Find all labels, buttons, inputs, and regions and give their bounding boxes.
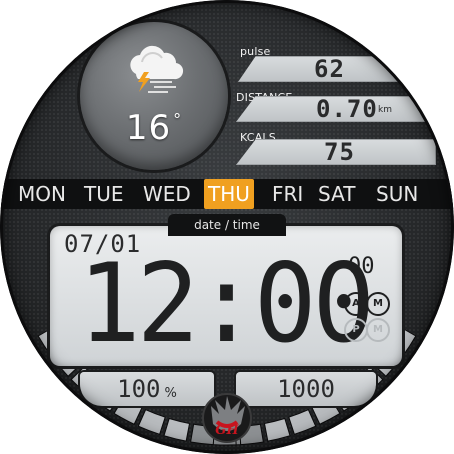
- steps-box[interactable]: 1000: [236, 372, 376, 406]
- temperature: 16 °: [80, 108, 228, 148]
- am-indicator-m: M: [366, 292, 390, 316]
- steps-value: 1000: [277, 375, 335, 403]
- pulse-box[interactable]: 62: [238, 56, 416, 82]
- battery-value: 100: [117, 375, 161, 403]
- left-gauge-segment: [137, 409, 166, 435]
- battery-box[interactable]: 100%: [80, 372, 214, 406]
- weekday-sun: SUN: [376, 182, 419, 206]
- right-gauge-segment: [263, 417, 291, 442]
- weekday-wed: WED: [143, 182, 191, 206]
- right-gauge-segment: [288, 409, 317, 435]
- distance-box[interactable]: 0.70 km: [236, 96, 432, 122]
- weather-widget[interactable]: 16 °: [80, 22, 228, 170]
- kcals-box[interactable]: 75: [236, 139, 436, 165]
- watch-face: 16° pulse 62 DISTANCE 0.70 km KCALS 75 M…: [0, 0, 454, 454]
- pulse-value: 62: [314, 55, 345, 83]
- weekday-strip: MON TUE WED THU FRI SAT SUN: [0, 179, 454, 209]
- svg-text:GH: GH: [215, 423, 239, 438]
- weekday-sat: SAT: [318, 182, 356, 206]
- pm-indicator-p: P: [344, 318, 368, 342]
- lcd-panel[interactable]: 07/01 12:00 00 A M P M: [50, 226, 402, 366]
- battery-unit: %: [164, 386, 177, 401]
- distance-unit: km: [378, 105, 392, 115]
- cloud-lightning-wind-icon: [130, 45, 184, 93]
- am-indicator-a: A: [344, 292, 368, 316]
- weekday-thu: THU: [204, 179, 254, 209]
- date-time-tab: date / time: [168, 214, 286, 236]
- weekday-mon: MON: [18, 182, 66, 206]
- left-gauge-segment: [163, 417, 191, 442]
- weekday-tue: TUE: [84, 182, 124, 206]
- seconds: 00: [348, 254, 375, 279]
- time: 12:00: [78, 238, 375, 368]
- temperature-unit: °: [173, 110, 183, 129]
- kcals-value: 75: [324, 138, 355, 166]
- weekday-fri: FRI: [272, 182, 304, 206]
- distance-value: 0.70: [316, 95, 378, 123]
- pm-indicator-m: M: [366, 318, 390, 342]
- dragon-logo-icon: GH: [202, 393, 252, 443]
- temperature-value: 16: [125, 108, 172, 148]
